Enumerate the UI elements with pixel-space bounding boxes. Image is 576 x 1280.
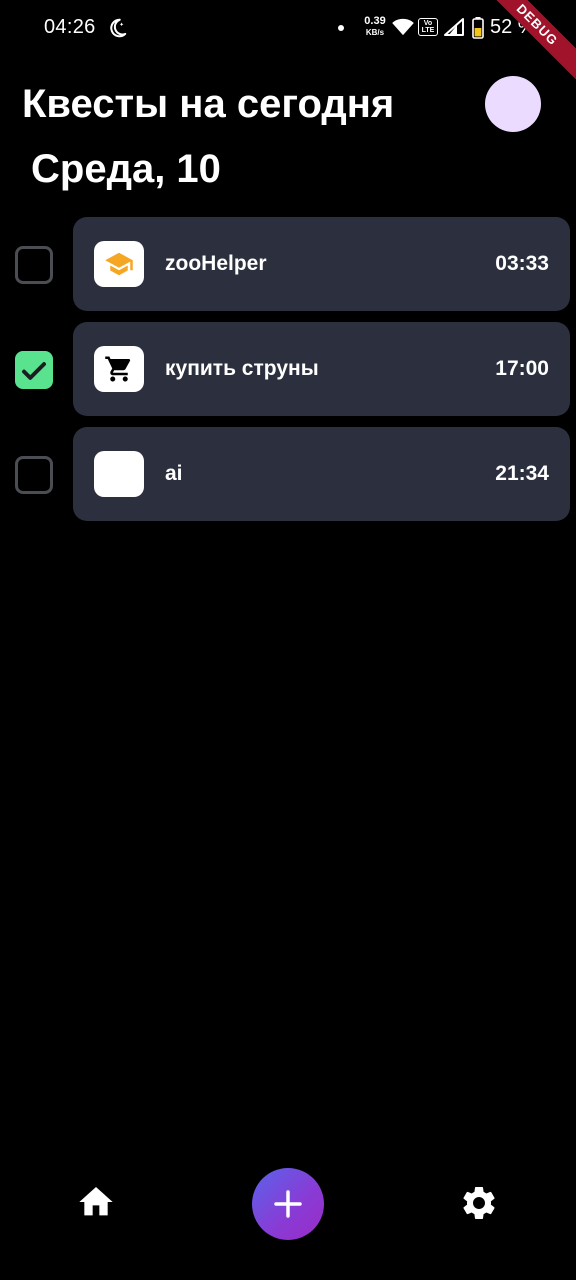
status-time: 04:26	[44, 16, 96, 38]
shopping-cart-icon	[105, 356, 131, 382]
quest-checkbox-checked[interactable]	[15, 351, 53, 389]
battery-icon	[472, 17, 484, 39]
quest-icon-box	[94, 451, 144, 497]
quest-checkbox[interactable]	[15, 456, 53, 494]
quest-time: 03:33	[495, 252, 549, 275]
quest-checkbox[interactable]	[15, 246, 53, 284]
network-speed-unit: KB/s	[365, 28, 385, 37]
quest-title: купить струны	[165, 357, 319, 380]
network-speed: 0.39 KB/s	[360, 16, 390, 37]
add-icon	[274, 1190, 302, 1218]
quest-icon-box	[94, 346, 144, 392]
quest-title: ai	[165, 462, 183, 485]
quest-row: ai 21:34	[0, 427, 576, 521]
signal-icon	[444, 18, 464, 36]
wifi-icon	[392, 18, 414, 36]
checkmark-icon	[22, 362, 46, 380]
quest-list: zooHelper 03:33 купить струны 17:00 ai 2…	[0, 217, 576, 532]
volte-bottom-label: LTE	[421, 27, 435, 34]
volte-top-label: Vo	[423, 20, 433, 27]
quest-card[interactable]: zooHelper 03:33	[73, 217, 570, 311]
settings-icon[interactable]	[459, 1183, 499, 1223]
quest-row: zooHelper 03:33	[0, 217, 576, 311]
volte-icon: Vo LTE	[418, 18, 438, 36]
quest-row: купить струны 17:00	[0, 322, 576, 416]
home-icon[interactable]	[76, 1182, 116, 1222]
date-label: Среда, 10	[31, 147, 221, 191]
avatar[interactable]	[485, 76, 541, 132]
network-speed-value: 0.39	[364, 15, 386, 27]
quest-title: zooHelper	[165, 252, 267, 275]
quest-time: 21:34	[495, 462, 549, 485]
status-bar: 04:26 0.39 KB/s Vo LTE 52 %	[0, 0, 576, 56]
quest-card[interactable]: ai 21:34	[73, 427, 570, 521]
quest-card[interactable]: купить струны 17:00	[73, 322, 570, 416]
bottom-nav	[0, 1160, 576, 1250]
notification-dot	[338, 25, 344, 31]
page-title: Квесты на сегодня	[22, 82, 395, 126]
quest-icon-box	[94, 241, 144, 287]
add-quest-button[interactable]	[252, 1168, 324, 1240]
graduation-cap-icon	[105, 252, 133, 276]
moon-icon	[110, 18, 127, 38]
quest-time: 17:00	[495, 357, 549, 380]
